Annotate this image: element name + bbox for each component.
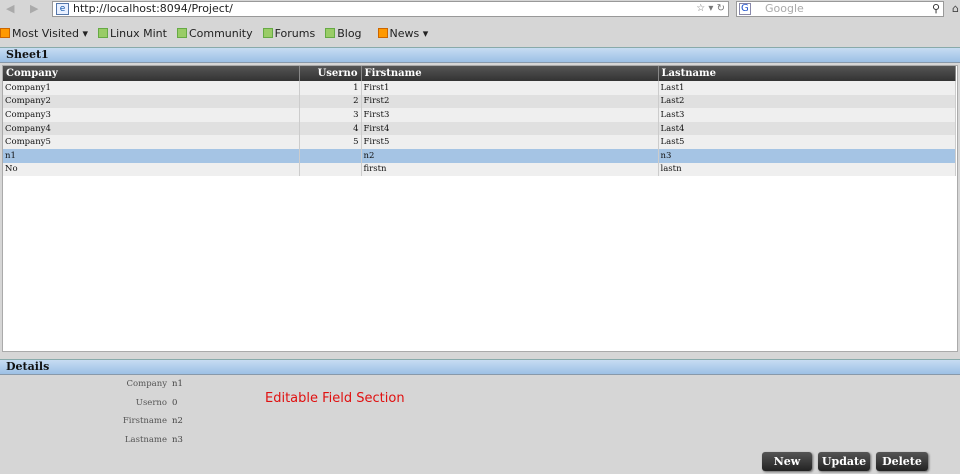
rss-icon <box>377 28 388 38</box>
firstname-label: Firstname <box>122 416 167 426</box>
table-row[interactable]: No firstn lastn <box>3 162 956 177</box>
column-header-firstname[interactable]: Firstname <box>361 66 659 81</box>
bookmark-label: Most Visited ▾ <box>12 26 88 40</box>
cell-company[interactable]: Company2 <box>3 94 300 109</box>
bookmark-community[interactable]: Community <box>176 25 253 41</box>
table-row[interactable]: Company5 5 First5 Last5 <box>3 135 956 149</box>
back-icon[interactable]: ◀ <box>6 2 14 15</box>
folder-icon <box>0 28 10 38</box>
lastname-label: Lastname <box>124 435 167 445</box>
table-row[interactable]: Company2 2 First2 Last2 <box>3 94 956 109</box>
cell-firstname[interactable]: First1 <box>361 81 659 95</box>
browser-toolbar: ◀ ▶ e http://localhost:8094/Project/ ☆ ▾… <box>0 0 960 20</box>
cell-userno[interactable] <box>299 148 362 163</box>
bookmark-label: Community <box>188 26 253 40</box>
cell-lastname[interactable]: Last3 <box>658 108 956 122</box>
company-label: Company <box>126 379 167 389</box>
cell-firstname[interactable]: First4 <box>361 121 659 136</box>
search-box[interactable]: G Google ⚲ <box>736 1 944 17</box>
cell-firstname[interactable]: n2 <box>361 148 659 163</box>
details-panel-title: Details <box>0 359 960 375</box>
cell-userno[interactable]: 5 <box>299 135 362 149</box>
userno-label: Userno <box>135 398 167 408</box>
bookmark-icon <box>176 28 187 38</box>
table-row[interactable]: Company4 4 First4 Last4 <box>3 121 956 136</box>
table-row[interactable]: Company3 3 First3 Last3 <box>3 108 956 122</box>
editable-section-note: Editable Field Section <box>265 391 405 406</box>
bookmark-blog[interactable]: Blog <box>325 25 362 41</box>
cell-company[interactable]: No <box>3 162 300 177</box>
bookmark-label: News ▾ <box>389 26 429 40</box>
sheet-panel-title: Sheet1 <box>0 47 960 63</box>
cell-company[interactable]: Company3 <box>3 108 300 122</box>
google-icon[interactable]: G <box>739 3 751 15</box>
userno-field[interactable]: 0 <box>172 398 177 408</box>
delete-button[interactable]: Delete <box>876 452 928 471</box>
column-header-userno[interactable]: Userno <box>299 66 362 81</box>
cell-lastname[interactable]: Last2 <box>658 94 956 109</box>
new-button[interactable]: New <box>762 452 812 471</box>
bookmark-news[interactable]: News ▾ <box>377 25 429 41</box>
column-header-lastname[interactable]: Lastname <box>658 66 956 81</box>
cell-userno[interactable]: 4 <box>299 121 362 136</box>
cell-firstname[interactable]: firstn <box>361 162 659 177</box>
cell-company[interactable]: n1 <box>3 148 300 163</box>
cell-lastname[interactable]: n3 <box>658 148 956 163</box>
forward-icon[interactable]: ▶ <box>30 2 38 15</box>
cell-lastname[interactable]: lastn <box>658 162 956 177</box>
column-header-company[interactable]: Company <box>3 66 300 81</box>
cell-firstname[interactable]: First2 <box>361 94 659 109</box>
table-row[interactable]: n1 n2 n3 <box>3 148 956 163</box>
cell-lastname[interactable]: Last4 <box>658 121 956 136</box>
bookmarks-bar: Most Visited ▾ Linux Mint Community Foru… <box>0 25 438 41</box>
cell-lastname[interactable]: Last5 <box>658 135 956 149</box>
bookmark-linux-mint[interactable]: Linux Mint <box>97 25 167 41</box>
cell-userno[interactable]: 1 <box>299 81 362 95</box>
bookmark-label: Blog <box>337 26 362 40</box>
cell-userno[interactable]: 2 <box>299 94 362 109</box>
bookmark-label: Linux Mint <box>109 26 167 40</box>
cell-lastname[interactable]: Last1 <box>658 81 956 95</box>
cell-userno[interactable]: 3 <box>299 108 362 122</box>
star-icon[interactable]: ☆ <box>696 3 705 14</box>
cell-userno[interactable] <box>299 162 362 177</box>
company-field[interactable]: n1 <box>172 379 183 389</box>
reload-icon[interactable]: ↻ <box>717 3 725 14</box>
search-icon[interactable]: ⚲ <box>932 2 940 16</box>
home-icon[interactable]: ⌂ <box>952 2 959 15</box>
bookmark-icon <box>97 28 108 38</box>
search-placeholder: Google <box>765 2 804 15</box>
firstname-field[interactable]: n2 <box>172 416 183 426</box>
bookmark-most-visited[interactable]: Most Visited ▾ <box>0 25 88 41</box>
table-row[interactable]: Company1 1 First1 Last1 <box>3 81 956 95</box>
url-bar[interactable]: e http://localhost:8094/Project/ ☆ ▾ ↻ <box>52 1 729 17</box>
bookmark-icon <box>262 28 273 38</box>
bookmark-icon <box>325 28 336 38</box>
bookmark-label: Forums <box>274 26 316 40</box>
cell-firstname[interactable]: First5 <box>361 135 659 149</box>
update-button[interactable]: Update <box>818 452 870 471</box>
dropdown-icon[interactable]: ▾ <box>708 3 713 14</box>
url-text: http://localhost:8094/Project/ <box>73 2 233 15</box>
grid-header: Company Userno Firstname Lastname <box>3 66 956 81</box>
bookmark-forums[interactable]: Forums <box>262 25 316 41</box>
site-favicon-icon: e <box>56 3 69 15</box>
cell-company[interactable]: Company4 <box>3 121 300 136</box>
cell-firstname[interactable]: First3 <box>361 108 659 122</box>
lastname-field[interactable]: n3 <box>172 435 183 445</box>
cell-company[interactable]: Company5 <box>3 135 300 149</box>
data-grid: Company Userno Firstname Lastname Compan… <box>2 65 958 352</box>
cell-company[interactable]: Company1 <box>3 81 300 95</box>
